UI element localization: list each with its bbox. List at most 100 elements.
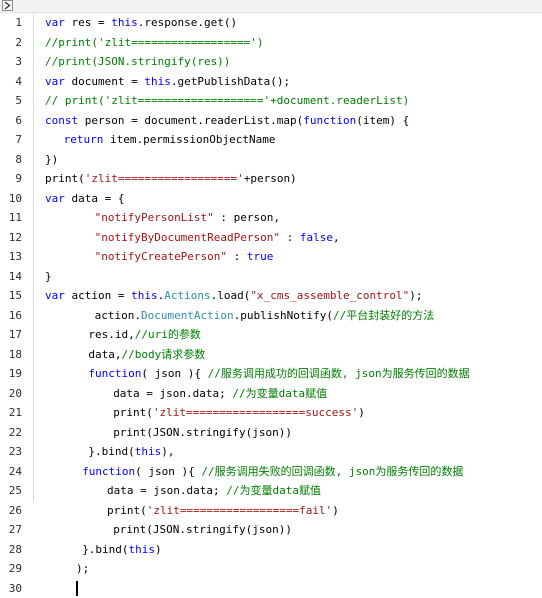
code-token: Actions — [164, 289, 210, 302]
code-line[interactable]: 3//print(JSON.stringify(res)) — [0, 52, 542, 72]
code-text: var document = this.getPublishData(); — [45, 72, 290, 92]
code-token: 'zlit==================' — [85, 172, 244, 185]
expand-arrow-icon[interactable] — [2, 0, 13, 11]
code-token: ), — [161, 445, 174, 458]
code-text: print('zlit==================fail') — [107, 501, 339, 521]
code-editor[interactable]: 1var res = this.response.get()2//print('… — [0, 0, 542, 502]
code-token: 'zlit==================fail' — [147, 504, 332, 517]
line-number: 20 — [0, 384, 22, 404]
code-text: var res = this.response.get() — [45, 13, 237, 33]
code-line[interactable]: 26print('zlit==================fail') — [0, 501, 542, 521]
code-token: var — [45, 192, 72, 205]
line-number: 7 — [0, 130, 22, 150]
line-number: 14 — [0, 267, 22, 287]
code-text: // print('zlit==================='+docum… — [45, 91, 409, 111]
line-number: 21 — [0, 403, 22, 423]
line-number: 10 — [0, 189, 22, 209]
code-token: const — [45, 114, 85, 127]
code-token: data = json.data; — [113, 387, 232, 400]
code-line[interactable]: 10 var data = { — [0, 189, 542, 209]
code-text: } — [45, 267, 52, 287]
line-number: 24 — [0, 462, 22, 482]
code-token: DocumentAction — [141, 309, 234, 322]
code-token: this — [131, 289, 158, 302]
line-number: 13 — [0, 247, 22, 267]
code-line[interactable]: 25data = json.data; //为变量data赋值 — [0, 481, 542, 501]
line-number: 17 — [0, 325, 22, 345]
code-token: //body请求参数 — [122, 348, 206, 361]
code-token: var — [45, 75, 72, 88]
line-number: 22 — [0, 423, 22, 443]
code-token: //uri的参数 — [135, 328, 201, 341]
code-line[interactable]: 16 action.DocumentAction.publishNotify(//… — [0, 306, 542, 326]
code-line[interactable]: 20data = json.data; //为变量data赋值 — [0, 384, 542, 404]
code-token: data = json.data; — [107, 484, 226, 497]
line-number: 23 — [0, 442, 22, 462]
code-token: //服务调用成功的回调函数, json为服务传回的数据 — [208, 367, 470, 380]
code-token: this — [129, 543, 156, 556]
line-number: 28 — [0, 540, 22, 560]
line-number: 6 — [0, 111, 22, 131]
code-line[interactable]: 4var document = this.getPublishData(); — [0, 72, 542, 92]
code-token: function — [88, 367, 141, 380]
code-token: ) — [155, 543, 162, 556]
code-token: : — [227, 250, 247, 263]
code-text: action.DocumentAction.publishNotify(//平台… — [95, 306, 435, 326]
code-token: false — [300, 231, 333, 244]
code-token: "notifyPersonList" — [95, 211, 214, 224]
code-token: }.bind( — [88, 445, 134, 458]
code-line[interactable]: 12"notifyByDocumentReadPerson" : false, — [0, 228, 542, 248]
code-text: var action = this.Actions.load("x_cms_as… — [45, 286, 423, 306]
line-number: 18 — [0, 345, 22, 365]
code-line[interactable]: 8}) — [0, 150, 542, 170]
code-text: data = json.data; //为变量data赋值 — [107, 481, 321, 501]
code-token: action. — [95, 309, 141, 322]
code-line[interactable]: 14} — [0, 267, 542, 287]
code-line[interactable]: 18 data,//body请求参数 — [0, 345, 542, 365]
code-token: return — [64, 133, 110, 146]
line-number: 2 — [0, 33, 22, 53]
code-line[interactable]: 30 — [0, 579, 542, 598]
code-token: this — [144, 75, 171, 88]
code-line[interactable]: 24function( json ){ //服务调用失败的回调函数, json为… — [0, 462, 542, 482]
code-token: .response.get() — [138, 16, 237, 29]
line-number: 11 — [0, 208, 22, 228]
line-number: 16 — [0, 306, 22, 326]
code-line[interactable]: 23}.bind(this), — [0, 442, 542, 462]
code-token: } — [45, 270, 52, 283]
code-text — [76, 579, 78, 598]
code-line[interactable]: 9print('zlit=================='+person) — [0, 169, 542, 189]
code-line[interactable]: 7 return item.permissionObjectName — [0, 130, 542, 150]
code-line[interactable]: 28 }.bind(this) — [0, 540, 542, 560]
code-token: res = — [72, 16, 112, 29]
editor-toolbar — [0, 0, 542, 13]
code-token: "notifyCreatePerson" — [95, 250, 227, 263]
code-text: }.bind(this) — [82, 540, 161, 560]
code-token: person = document.readerList.map( — [85, 114, 304, 127]
code-line[interactable]: 11"notifyPersonList" : person, — [0, 208, 542, 228]
code-token: "notifyByDocumentReadPerson" — [95, 231, 280, 244]
code-text: }) — [45, 150, 58, 170]
code-line[interactable]: 21print('zlit==================success') — [0, 403, 542, 423]
code-token: function — [82, 465, 135, 478]
code-line[interactable]: 15var action = this.Actions.load("x_cms_… — [0, 286, 542, 306]
code-line[interactable]: 17res.id,//uri的参数 — [0, 325, 542, 345]
code-line[interactable]: 19function( json ){ //服务调用成功的回调函数, json为… — [0, 364, 542, 384]
code-line[interactable]: 5// print('zlit==================='+docu… — [0, 91, 542, 111]
code-token: }) — [45, 153, 58, 166]
code-token: data = { — [72, 192, 125, 205]
code-token: item.permissionObjectName — [110, 133, 276, 146]
code-line[interactable]: 29); — [0, 559, 542, 579]
code-token: .getPublishData(); — [171, 75, 290, 88]
code-line[interactable]: 13"notifyCreatePerson" : true — [0, 247, 542, 267]
code-line[interactable]: 2//print('zlit==================') — [0, 33, 542, 53]
code-area[interactable]: 1var res = this.response.get()2//print('… — [0, 13, 542, 598]
code-line[interactable]: 22print(JSON.stringify(json)) — [0, 423, 542, 443]
code-line[interactable]: 6 const person = document.readerList.map(… — [0, 111, 542, 131]
code-line[interactable]: 1var res = this.response.get() — [0, 13, 542, 33]
code-token: data, — [88, 348, 121, 361]
line-number: 12 — [0, 228, 22, 248]
code-text: var data = { — [45, 189, 124, 209]
code-line[interactable]: 27print(JSON.stringify(json)) — [0, 520, 542, 540]
code-token: var — [45, 289, 72, 302]
